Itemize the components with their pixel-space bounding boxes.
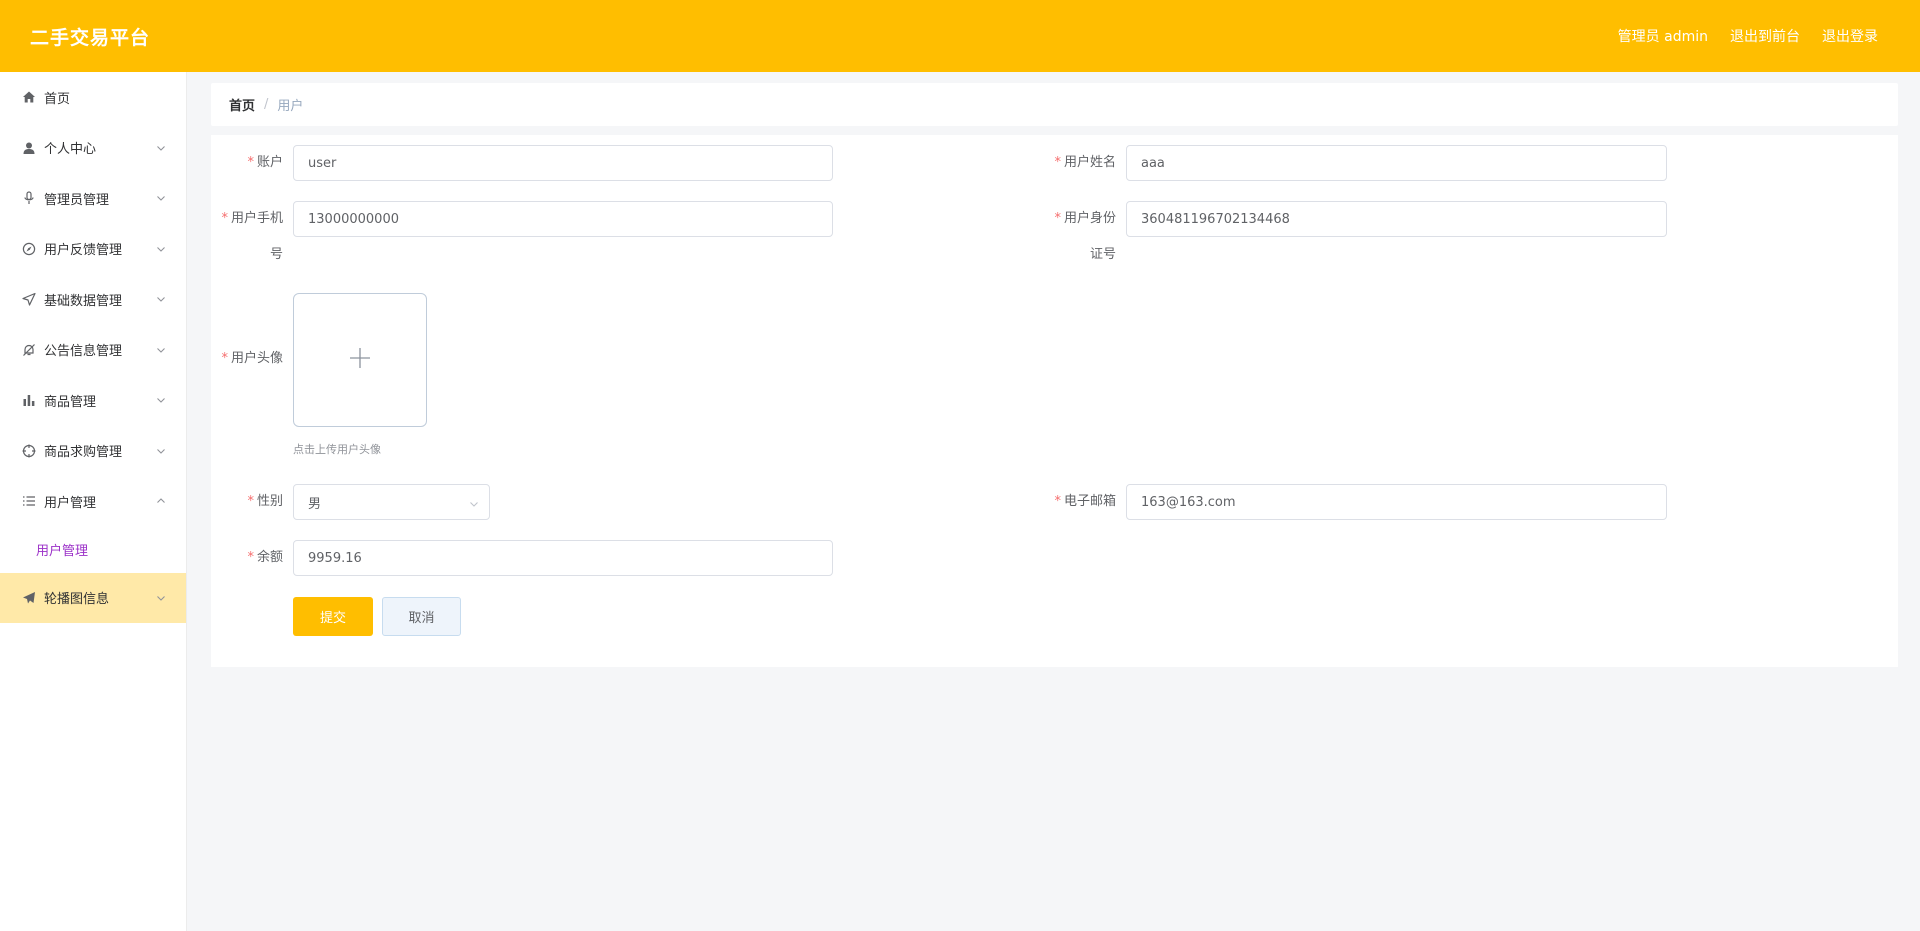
compass-icon [22, 242, 36, 256]
balance-label-text: 余额 [256, 550, 283, 565]
sidebar-item-admin-management[interactable]: 管理员管理 [0, 173, 186, 224]
avatar-label: * 用户头像 [211, 341, 283, 377]
name-label: * 用户姓名 [1044, 145, 1116, 181]
sidebar-subitem-user-management[interactable]: 用户管理 [0, 527, 186, 573]
chevron-down-icon [156, 192, 166, 202]
avatar-uploader[interactable] [293, 293, 427, 427]
exit-to-front-link[interactable]: 退出到前台 [1730, 26, 1800, 46]
sidebar-item-label: 商品求购管理 [44, 445, 123, 461]
breadcrumb-separator: / [264, 97, 269, 112]
phone-label-line1: 用户手机 [230, 211, 283, 226]
phone-label: * 用户手机 [211, 201, 283, 237]
gender-select[interactable]: 男 [293, 484, 490, 520]
idcard-label-line1: 用户身份 [1063, 211, 1116, 226]
sidebar-item-label: 首页 [44, 91, 71, 107]
phone-label-line2: 号 [269, 247, 283, 262]
admin-label: 管理员 admin [1617, 29, 1708, 45]
idcard-label: * 用户身份 [1044, 201, 1116, 237]
sidebar-item-goods-management[interactable]: 商品管理 [0, 375, 186, 426]
bar-chart-icon [22, 393, 36, 407]
sidebar-item-notice-management[interactable]: 公告信息管理 [0, 325, 186, 376]
sidebar-item-label: 商品管理 [44, 394, 97, 410]
breadcrumb-current: 用户 [277, 99, 304, 114]
list-icon [22, 494, 36, 508]
phone-input[interactable]: 13000000000 [293, 201, 833, 237]
idcard-label-line2: 证号 [1089, 247, 1116, 262]
chevron-down-icon [156, 445, 166, 455]
chevron-down-icon [156, 394, 166, 404]
breadcrumb: 首页 / 用户 [211, 83, 1898, 126]
required-mark: * [221, 351, 228, 366]
required-mark: * [1054, 494, 1061, 509]
sidebar-item-label: 轮播图信息 [44, 592, 110, 608]
microphone-icon [22, 191, 36, 205]
chevron-down-icon [156, 142, 166, 152]
header-actions: 管理员 admin 退出到前台 退出登录 [1618, 26, 1890, 46]
top-header: 二手交易平台 管理员 admin 退出到前台 退出登录 [0, 0, 1920, 72]
avatar-label-text: 用户头像 [230, 351, 283, 366]
chevron-down-icon [156, 344, 166, 354]
avatar-upload-tip: 点击上传用户头像 [293, 443, 381, 456]
sidebar-item-label: 个人中心 [44, 142, 97, 158]
sidebar-item-label: 公告信息管理 [44, 344, 123, 360]
required-mark: * [247, 155, 254, 170]
crosshair-icon [22, 444, 36, 458]
chevron-down-icon [156, 592, 166, 602]
required-mark: * [1054, 211, 1061, 226]
home-icon [22, 90, 36, 104]
gender-label: * 性别 [211, 484, 283, 520]
bell-off-icon [22, 343, 36, 357]
gender-select-value: 男 [308, 496, 322, 512]
email-label: * 电子邮箱 [1044, 484, 1116, 520]
chevron-down-icon [156, 293, 166, 303]
cancel-button[interactable]: 取消 [382, 597, 461, 636]
sidebar-item-base-data-management[interactable]: 基础数据管理 [0, 274, 186, 325]
account-label-text: 账户 [256, 155, 283, 170]
gender-label-text: 性别 [256, 494, 283, 509]
user-icon [22, 141, 36, 155]
balance-label: * 余额 [211, 540, 283, 576]
name-input[interactable]: aaa [1126, 145, 1667, 181]
required-mark: * [1054, 155, 1061, 170]
account-input[interactable]: user [293, 145, 833, 181]
plus-icon [348, 346, 372, 374]
app-title: 二手交易平台 [30, 26, 151, 49]
sidebar-item-user-management[interactable]: 用户管理 [0, 476, 186, 527]
sidebar-item-personal-center[interactable]: 个人中心 [0, 123, 186, 174]
sidebar-item-carousel-info[interactable]: 轮播图信息 [0, 572, 186, 623]
balance-input[interactable]: 9959.16 [293, 540, 833, 576]
required-mark: * [221, 211, 228, 226]
email-label-text: 电子邮箱 [1063, 494, 1116, 509]
required-mark: * [247, 550, 254, 565]
send-icon [22, 292, 36, 306]
paper-plane-icon [22, 591, 36, 605]
account-label: * 账户 [211, 145, 283, 181]
email-input[interactable]: 163@163.com [1126, 484, 1667, 520]
breadcrumb-home[interactable]: 首页 [229, 95, 255, 114]
sidebar-item-label: 基础数据管理 [44, 293, 123, 309]
chevron-down-icon [156, 243, 166, 253]
logout-link[interactable]: 退出登录 [1822, 26, 1878, 46]
sidebar-item-home[interactable]: 首页 [0, 72, 186, 123]
name-label-text: 用户姓名 [1063, 155, 1116, 170]
required-mark: * [247, 494, 254, 509]
sidebar-item-label: 管理员管理 [44, 192, 110, 208]
sidebar-item-feedback-management[interactable]: 用户反馈管理 [0, 224, 186, 275]
idcard-input[interactable]: 360481196702134468 [1126, 201, 1667, 237]
sidebar-item-goods-request-management[interactable]: 商品求购管理 [0, 426, 186, 477]
submit-button[interactable]: 提交 [293, 597, 373, 636]
chevron-down-icon [469, 498, 479, 508]
sidebar-item-label: 用户管理 [44, 495, 97, 511]
sidebar-item-label: 用户反馈管理 [44, 243, 123, 259]
sidebar: 首页 个人中心 管理员管理 用户反馈管理 基础数据管理 公告信息管理 商品管理 … [0, 72, 187, 931]
chevron-up-icon [156, 495, 166, 505]
